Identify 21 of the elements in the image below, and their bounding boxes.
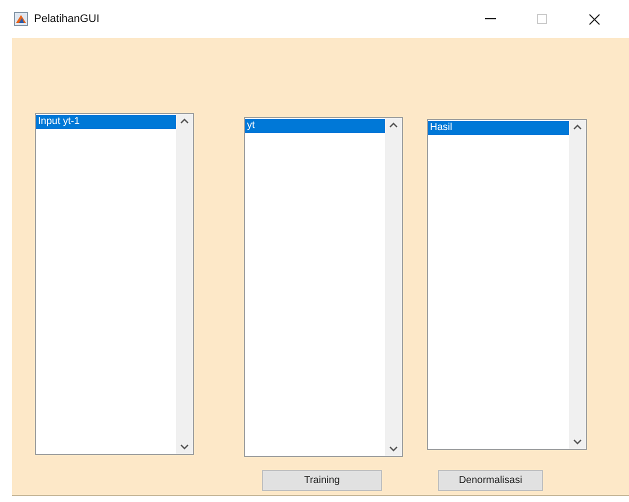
scroll-down-icon[interactable] [573,439,582,445]
list-item[interactable]: Input yt-1 [36,115,176,129]
list-box[interactable]: yt [244,117,403,457]
window-title: PelatihanGUI [34,13,100,25]
scroll-up-icon[interactable] [573,124,582,130]
list-box[interactable]: Input yt-1 [35,113,194,455]
list-item[interactable]: yt [245,119,385,133]
scroll-up-icon[interactable] [389,122,398,128]
scroll-down-icon[interactable] [389,446,398,452]
app-icon [14,12,28,26]
scrollbar[interactable] [569,120,586,449]
scroll-down-icon[interactable] [180,444,189,450]
push-button[interactable]: Denormalisasi [438,470,543,491]
scrollbar[interactable] [385,118,402,456]
close-icon[interactable] [588,14,600,24]
list-item[interactable]: Hasil [428,121,569,135]
list-box[interactable]: Hasil [427,119,587,450]
minimize-icon[interactable] [484,18,496,20]
scroll-up-icon[interactable] [180,118,189,124]
push-button[interactable]: Training [262,470,382,491]
scrollbar[interactable] [176,114,193,454]
